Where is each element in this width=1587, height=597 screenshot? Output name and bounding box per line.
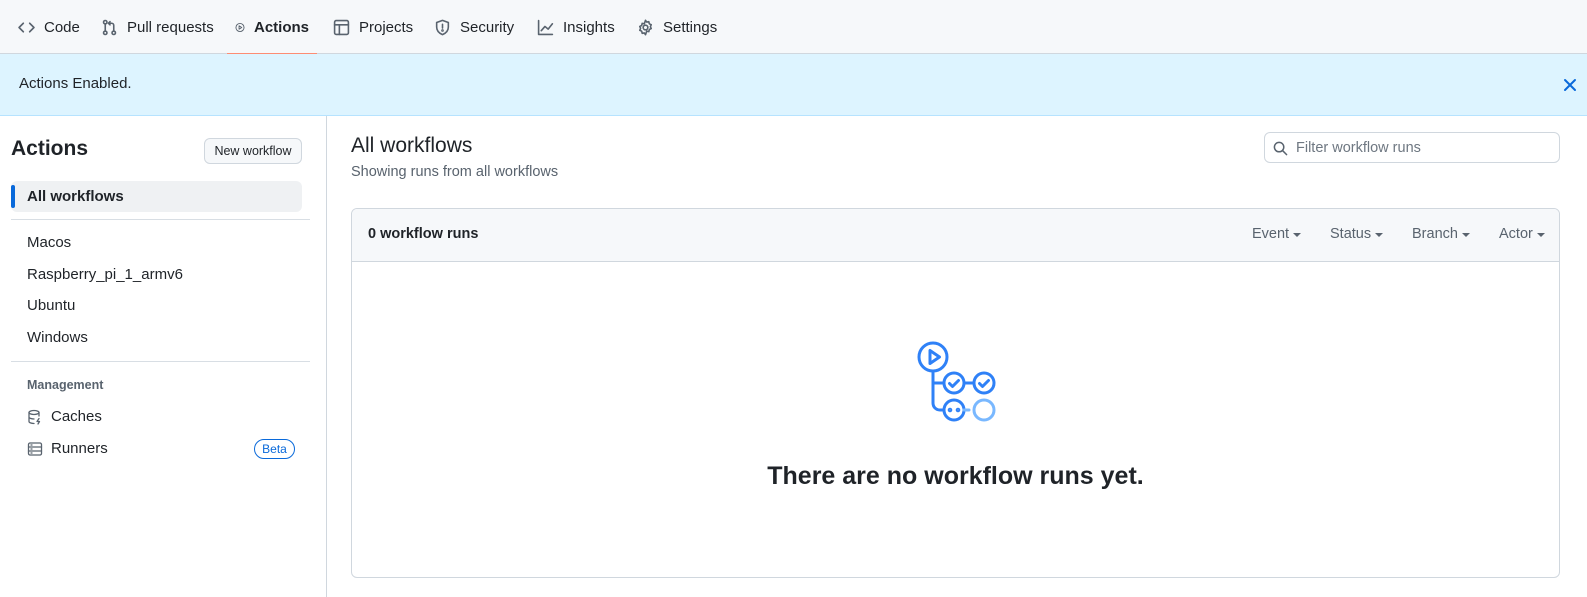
workflow-runs-header: 0 workflow runs Event Status Branch Acto…	[352, 209, 1559, 262]
sidebar-item-caches[interactable]: Caches	[27, 408, 102, 425]
database-icon	[28, 409, 41, 425]
actions-sidebar: Actions New workflow All workflows Macos…	[0, 116, 327, 597]
divider	[11, 361, 310, 362]
gear-icon	[638, 18, 653, 36]
beta-badge: Beta	[254, 439, 295, 459]
flash-close-button[interactable]	[1558, 73, 1582, 97]
branch-filter-dropdown[interactable]: Branch	[1412, 226, 1470, 242]
new-workflow-button[interactable]: New workflow	[204, 138, 302, 164]
tab-label: Insights	[563, 18, 615, 36]
table-icon	[333, 19, 350, 35]
filter-workflow-runs	[1264, 132, 1560, 163]
sidebar-item-workflow[interactable]: Macos	[27, 234, 71, 251]
tab-security[interactable]: Security	[426, 0, 522, 54]
sidebar-item-label: Runners	[51, 440, 108, 457]
triangle-down-icon	[1461, 233, 1470, 237]
tab-projects[interactable]: Projects	[325, 0, 421, 54]
repo-nav: Code Pull requests Actions Projects Secu…	[0, 0, 1587, 55]
actor-filter-dropdown[interactable]: Actor	[1499, 226, 1545, 242]
dropdown-label: Event	[1252, 226, 1290, 242]
page-title: All workflows	[351, 134, 473, 157]
tab-label: Settings	[663, 18, 718, 36]
workflow-runs-count: 0 workflow runs	[368, 226, 479, 242]
sidebar-item-workflow[interactable]: Raspberry_pi_1_armv6	[27, 266, 183, 283]
status-filter-dropdown[interactable]: Status	[1330, 226, 1384, 242]
sidebar-item-workflow[interactable]: Ubuntu	[27, 297, 75, 314]
dropdown-label: Actor	[1499, 226, 1533, 242]
flash-banner: Actions Enabled.	[0, 54, 1587, 116]
management-heading: Management	[27, 378, 104, 392]
tab-insights[interactable]: Insights	[529, 0, 623, 54]
tab-label: Security	[460, 18, 515, 36]
play-icon	[235, 22, 245, 32]
triangle-down-icon	[1536, 233, 1545, 237]
tab-settings[interactable]: Settings	[629, 0, 725, 54]
search-icon	[1273, 141, 1288, 156]
close-icon	[1564, 79, 1576, 91]
tab-code[interactable]: Code	[10, 0, 88, 54]
event-filter-dropdown[interactable]: Event	[1252, 226, 1302, 242]
workflow-icon	[917, 341, 996, 422]
tab-label: Pull requests	[127, 18, 214, 36]
sidebar-item-all-workflows[interactable]: All workflows	[11, 181, 302, 212]
triangle-down-icon	[1375, 233, 1384, 237]
tab-label: Projects	[359, 18, 414, 36]
sidebar-item-runners[interactable]: Runners	[27, 440, 108, 457]
blankslate-message: There are no workflow runs yet.	[767, 462, 1144, 490]
dropdown-label: Branch	[1412, 226, 1458, 242]
shield-icon	[435, 19, 450, 35]
graph-icon	[537, 19, 554, 35]
workflow-runs-box: 0 workflow runs Event Status Branch Acto…	[351, 208, 1560, 578]
page-subtitle: Showing runs from all workflows	[351, 164, 559, 180]
sidebar-title: Actions	[11, 137, 89, 160]
filter-input[interactable]	[1296, 133, 1554, 162]
tab-actions[interactable]: Actions	[227, 0, 317, 55]
flash-message: Actions Enabled.	[19, 75, 132, 92]
sidebar-item-workflow[interactable]: Windows	[27, 329, 88, 346]
tab-label: Code	[44, 18, 80, 36]
sidebar-item-label: Caches	[51, 408, 102, 425]
tab-label: Actions	[253, 18, 309, 36]
triangle-down-icon	[1293, 233, 1302, 237]
git-pull-request-icon	[102, 19, 117, 35]
divider	[11, 219, 310, 220]
tab-pull-requests[interactable]: Pull requests	[93, 0, 222, 54]
code-icon	[18, 21, 35, 33]
server-icon	[27, 441, 43, 456]
dropdown-label: Status	[1330, 226, 1372, 242]
